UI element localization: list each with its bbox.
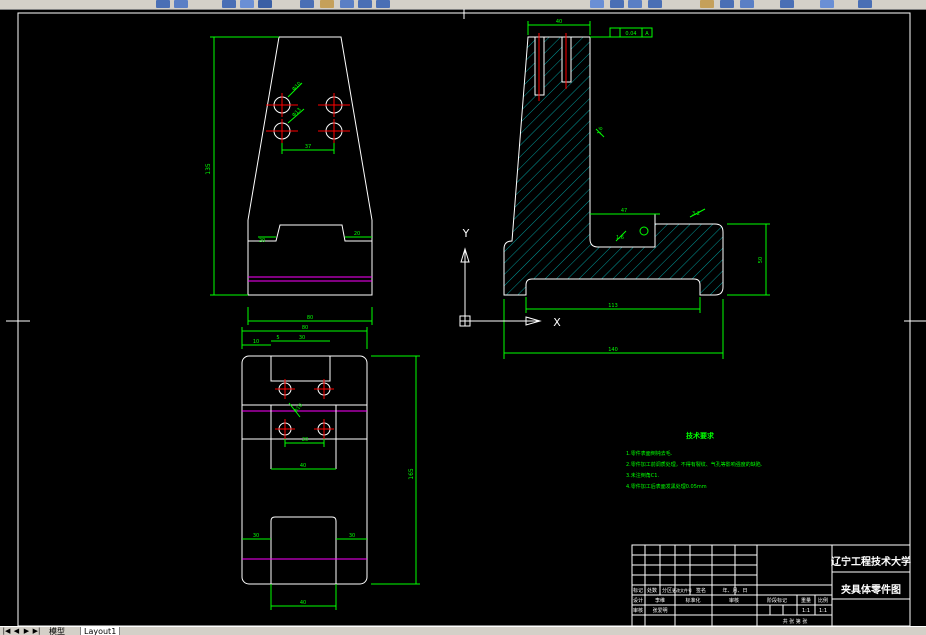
top-bottom-width: 40 [300, 600, 306, 606]
side-inner-length: 113 [608, 303, 618, 309]
front-view: 135 Φ10 Φ13 37 20 20 80 [205, 36, 373, 325]
side-slope-label: 1.6 [596, 126, 604, 136]
top-dimensions [241, 327, 420, 610]
save-icon[interactable] [174, 0, 188, 8]
top-hole-spacing: 20 [302, 437, 308, 443]
zoom-window-icon[interactable] [628, 0, 642, 8]
help-icon[interactable] [858, 0, 872, 8]
top-dim-left: 10 [253, 339, 259, 345]
undo-icon[interactable] [358, 0, 372, 8]
front-bottom-width: 80 [307, 315, 313, 321]
top-view: 10 5 30 80 20 Φ10 40 165 30 30 40 [241, 325, 420, 610]
preview-icon[interactable] [240, 0, 254, 8]
top-notch-dim: 30 [253, 533, 259, 539]
title-weight-header: 重量 [801, 597, 811, 604]
properties-icon[interactable] [700, 0, 714, 8]
title-row3-label-2: 张爱明 [652, 607, 667, 614]
match-prop-icon[interactable] [340, 0, 354, 8]
ucs-y-label: Y [462, 227, 470, 240]
pan-icon[interactable] [590, 0, 604, 8]
front-dimensions [210, 36, 373, 325]
print-icon[interactable] [222, 0, 236, 8]
title-row-label-5: 签名 [696, 587, 706, 594]
notes-item-2: 2.零件加工前调质处理，不得有裂纹、气孔等影响强度的缺陷. [626, 461, 763, 468]
ucs-x-label: X [553, 316, 561, 329]
top-view-outline [241, 355, 368, 585]
front-hole-dia-top: Φ10 [291, 81, 303, 93]
title-stage-header: 阶段标记 [767, 597, 787, 604]
side-right-height: 50 [758, 257, 764, 263]
top-view-bottom-notch [270, 516, 337, 584]
notes-item-4: 4.零件加工后表面发黑处理0.05mm [626, 483, 707, 490]
technical-notes: 技术要求 1.零件表面倒钝去毛. 2.零件加工前调质处理，不得有裂纹、气孔等影响… [626, 431, 763, 490]
top-total-height: 165 [408, 468, 415, 480]
title-row2-label-2: 李维 [655, 597, 665, 604]
design-center-icon[interactable] [720, 0, 734, 8]
side-total-length: 140 [608, 347, 618, 353]
title-row-label-1: 标记 [633, 587, 643, 594]
front-hole-spacing: 37 [305, 144, 311, 150]
side-top-width: 40 [556, 19, 562, 25]
front-slot-depth: 20 [259, 238, 265, 244]
title-row-label-4: 更改文件号 [672, 587, 692, 593]
top-view-top-notch [270, 356, 331, 382]
notes-item-1: 1.零件表面倒钝去毛. [626, 450, 673, 457]
open-file-icon[interactable] [156, 0, 170, 8]
side-roughness-1: 1.6 [616, 235, 624, 241]
drawing-border [17, 12, 911, 626]
zoom-prev-icon[interactable] [648, 0, 662, 8]
front-centerlines [266, 93, 350, 143]
top-centerlines [275, 379, 334, 439]
side-tol-ref: A [645, 31, 649, 37]
title-sheet: 共 张 第 张 [783, 618, 808, 625]
title-school: 辽宁工程技术大学 [831, 555, 911, 568]
front-slot-right: 20 [354, 231, 360, 237]
paste-icon[interactable] [320, 0, 334, 8]
front-view-outline [247, 36, 373, 296]
notes-item-3: 3.未注倒角C1. [626, 472, 659, 479]
calculator-icon[interactable] [820, 0, 834, 8]
front-height-dim: 135 [205, 163, 212, 175]
top-angle-dim: Φ10 [293, 403, 304, 415]
tool-palette-icon[interactable] [740, 0, 754, 8]
top-inner-width: 40 [300, 463, 306, 469]
side-inner-step: 47 [621, 208, 627, 214]
side-roughness-2: 3.2 [692, 211, 700, 217]
cut-icon[interactable] [258, 0, 272, 8]
front-hole-dia-mid: Φ13 [291, 107, 303, 119]
notes-title: 技术要求 [686, 431, 715, 440]
title-row-label-6: 年、月、日 [722, 587, 747, 594]
top-dim-right: 30 [299, 335, 305, 341]
title-part-name: 夹具体零件图 [841, 583, 901, 596]
side-tol-label: 0.04 [625, 31, 636, 37]
markup-icon[interactable] [780, 0, 794, 8]
top-notch-dim-right: 30 [349, 533, 355, 539]
title-row3-label-1: 审核 [633, 607, 643, 614]
title-row2-label-1: 设计 [633, 597, 643, 604]
top-dim-mid: 5 [276, 335, 279, 341]
title-row-label-3: 分区 [662, 587, 672, 594]
redo-icon[interactable] [376, 0, 390, 8]
title-row2-label-3: 标准化 [685, 597, 700, 604]
title-row-label-2: 处数 [647, 587, 657, 594]
title-scale-header: 比例 [818, 597, 828, 604]
drawing-canvas[interactable]: 135 Φ10 Φ13 37 20 20 80 10 5 30 80 20 Φ1… [0, 9, 926, 626]
title-scale: 1:1 [802, 608, 810, 614]
side-view: 40 0.04 A 1.6 47 1.6 3.2 50 113 140 [503, 19, 770, 359]
copy-icon[interactable] [300, 0, 314, 8]
top-total-width: 80 [302, 325, 308, 331]
title-scale2: 1:1 [819, 608, 827, 614]
title-row2-label-4: 审核 [729, 597, 739, 604]
zoom-icon[interactable] [610, 0, 624, 8]
side-section-inner [590, 213, 656, 224]
